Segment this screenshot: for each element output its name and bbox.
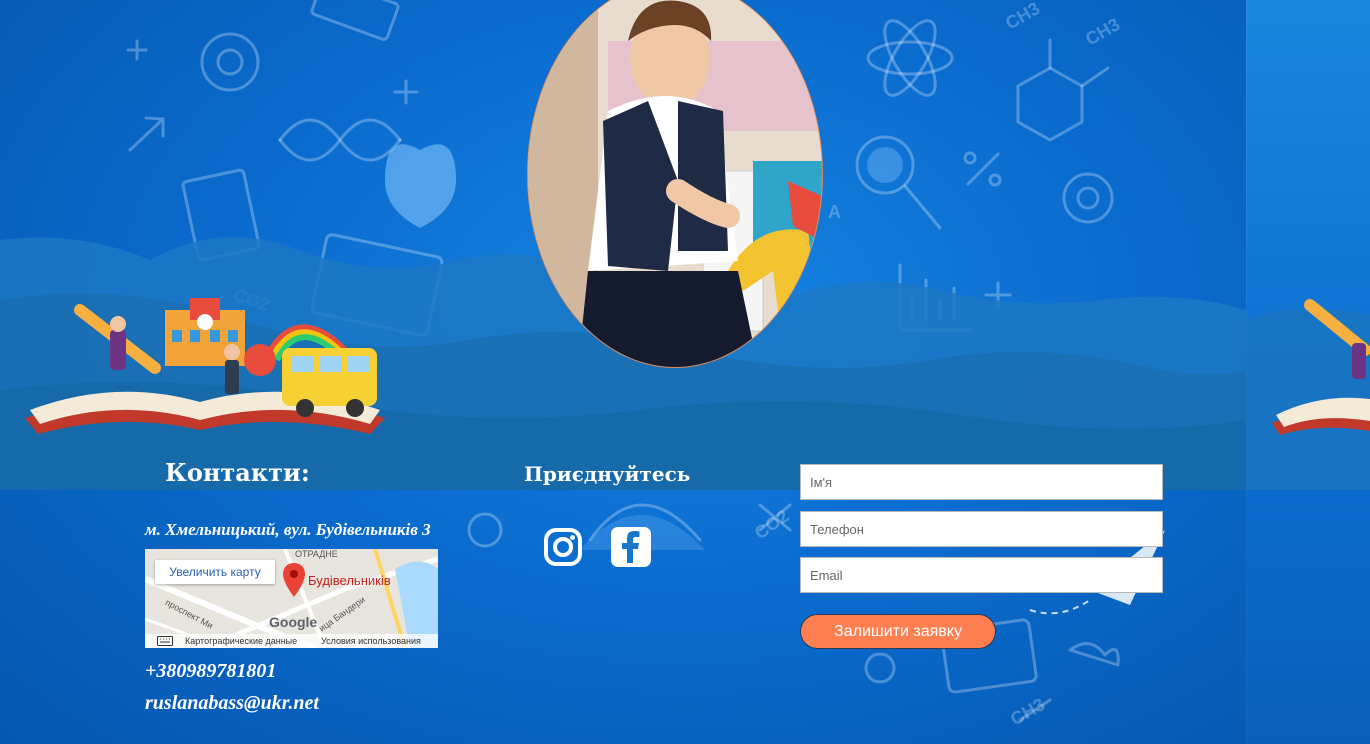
svg-text:CO2: CO2: [751, 506, 793, 544]
svg-text:CH3: CH3: [1082, 14, 1123, 49]
svg-text:CH3: CH3: [1007, 694, 1048, 729]
facebook-icon[interactable]: [611, 527, 651, 567]
email-input[interactable]: [800, 557, 1163, 593]
google-map-embed[interactable]: ОТРАДНЕ проспект Ми ица Бандери Увеличит…: [145, 549, 438, 648]
instagram-icon[interactable]: [543, 527, 583, 567]
svg-text:A: A: [828, 202, 841, 222]
school-book-illustration-edge: [1272, 299, 1370, 435]
enlarge-map-button[interactable]: Увеличить карту: [155, 560, 275, 584]
google-logo: Google: [269, 614, 318, 630]
school-book-illustration: [25, 298, 385, 434]
map-pin-icon: [283, 563, 305, 597]
map-data-link[interactable]: Картографические данные: [185, 634, 297, 648]
phone-link[interactable]: +380989781801: [145, 660, 276, 683]
keyboard-icon[interactable]: [157, 636, 173, 646]
name-input[interactable]: [800, 464, 1163, 500]
svg-text:CH3: CH3: [1002, 0, 1043, 33]
map-footer: Картографические данные Условия использо…: [145, 634, 438, 648]
map-place-label: Будівельників: [308, 573, 391, 588]
map-terms-link[interactable]: Условия использования: [321, 634, 421, 648]
email-link[interactable]: ruslanabass@ukr.net: [145, 692, 319, 715]
map-district-label: ОТРАДНЕ: [295, 549, 338, 559]
contacts-title: Контакти:: [165, 458, 310, 487]
submit-request-button[interactable]: Залишити заявку: [800, 614, 996, 649]
address-text: м. Хмельницький, вул. Будівельників 3: [145, 520, 431, 539]
phone-input[interactable]: [800, 511, 1163, 547]
join-us-title: Приєднуйтесь: [524, 462, 691, 486]
